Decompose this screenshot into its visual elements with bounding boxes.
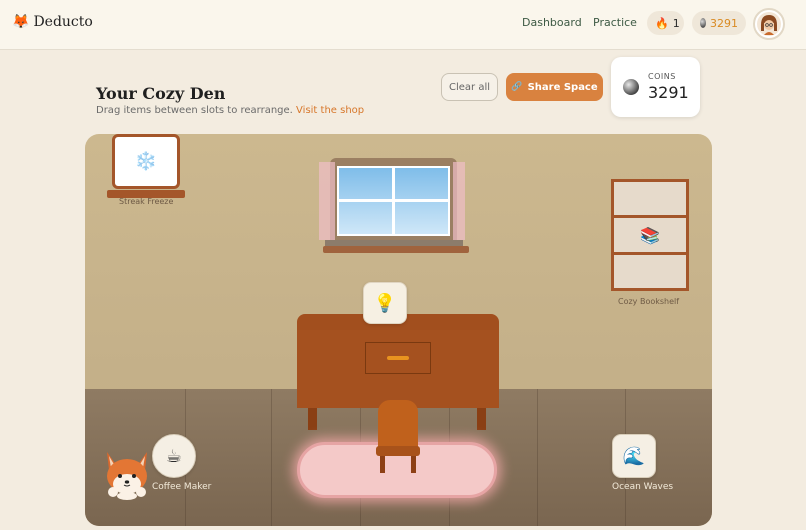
shelf-board: [614, 215, 686, 218]
fox-logo-icon: 🦊: [12, 14, 30, 30]
top-navigation-bar: 🦊 Deducto Dashboard Practice 🔥 1 3291: [0, 0, 806, 50]
page-subtitle: Drag items between slots to rearrange. V…: [96, 105, 364, 116]
books-icon: 📚: [640, 226, 660, 245]
fox-pet-icon: [107, 452, 147, 500]
slot-ocean-waves[interactable]: 🌊: [612, 434, 656, 478]
chair-leg: [411, 456, 416, 473]
slot-label-ocean-waves: Ocean Waves: [612, 482, 674, 492]
share-space-label: Share Space: [527, 81, 598, 93]
nav-practice-link[interactable]: Practice: [593, 16, 637, 29]
slot-label-streak-freeze: Streak Freeze: [119, 197, 174, 206]
page-title: Your Cozy Den: [96, 84, 226, 103]
slot-coffee-maker[interactable]: ☕: [152, 434, 196, 478]
window-sill: [323, 246, 469, 253]
window-transom: [337, 199, 450, 202]
slot-desk-lamp[interactable]: 💡: [363, 282, 407, 324]
shelf-board: [614, 252, 686, 255]
coin-icon: [623, 79, 639, 95]
share-space-button[interactable]: 🔗 Share Space: [506, 73, 603, 101]
floor-plank-line: [271, 389, 272, 526]
nav-dashboard-link[interactable]: Dashboard: [522, 16, 582, 29]
coins-card: COINS 3291: [611, 57, 700, 117]
subtitle-text: Drag items between slots to rearrange.: [96, 105, 297, 116]
coin-balance: 3291: [710, 16, 738, 30]
curtain-right: [453, 162, 465, 240]
lightbulb-icon: 💡: [373, 292, 397, 314]
clear-all-button[interactable]: Clear all: [441, 73, 498, 101]
slot-cozy-bookshelf[interactable]: 📚: [611, 179, 689, 291]
slot-label-coffee-maker: Coffee Maker: [152, 482, 212, 492]
desk-leg: [477, 408, 486, 430]
app-logo[interactable]: 🦊 Deducto: [12, 14, 93, 30]
coins-label: COINS: [648, 72, 676, 81]
fire-icon: 🔥: [655, 16, 669, 30]
cozy-den-room: ❄️ Streak Freeze 📚 Cozy Bookshelf 💡 ☕ Co…: [85, 134, 712, 526]
curtain-left: [319, 162, 335, 240]
streak-badge[interactable]: 🔥 1: [647, 11, 684, 35]
drawer-handle: [387, 356, 409, 360]
wave-icon: 🌊: [622, 445, 646, 467]
snowflake-icon: ❄️: [134, 151, 158, 172]
coin-icon: [700, 18, 706, 28]
streak-count: 1: [672, 16, 680, 30]
coffee-icon: ☕: [165, 445, 183, 467]
floor-plank-line: [537, 389, 538, 526]
chair-back: [378, 400, 418, 452]
slot-streak-freeze[interactable]: ❄️: [112, 134, 180, 189]
app-name: Deducto: [33, 14, 93, 30]
coin-balance-badge[interactable]: 3291: [692, 11, 746, 35]
link-icon: 🔗: [511, 82, 523, 92]
avatar-icon: [757, 12, 781, 36]
desk-leg: [308, 408, 317, 430]
user-avatar[interactable]: [753, 8, 785, 40]
slot-label-cozy-bookshelf: Cozy Bookshelf: [618, 297, 680, 306]
coins-value: 3291: [648, 83, 689, 102]
chair-leg: [380, 456, 385, 473]
visit-shop-link[interactable]: Visit the shop: [296, 105, 364, 116]
chair-seat: [376, 446, 420, 456]
